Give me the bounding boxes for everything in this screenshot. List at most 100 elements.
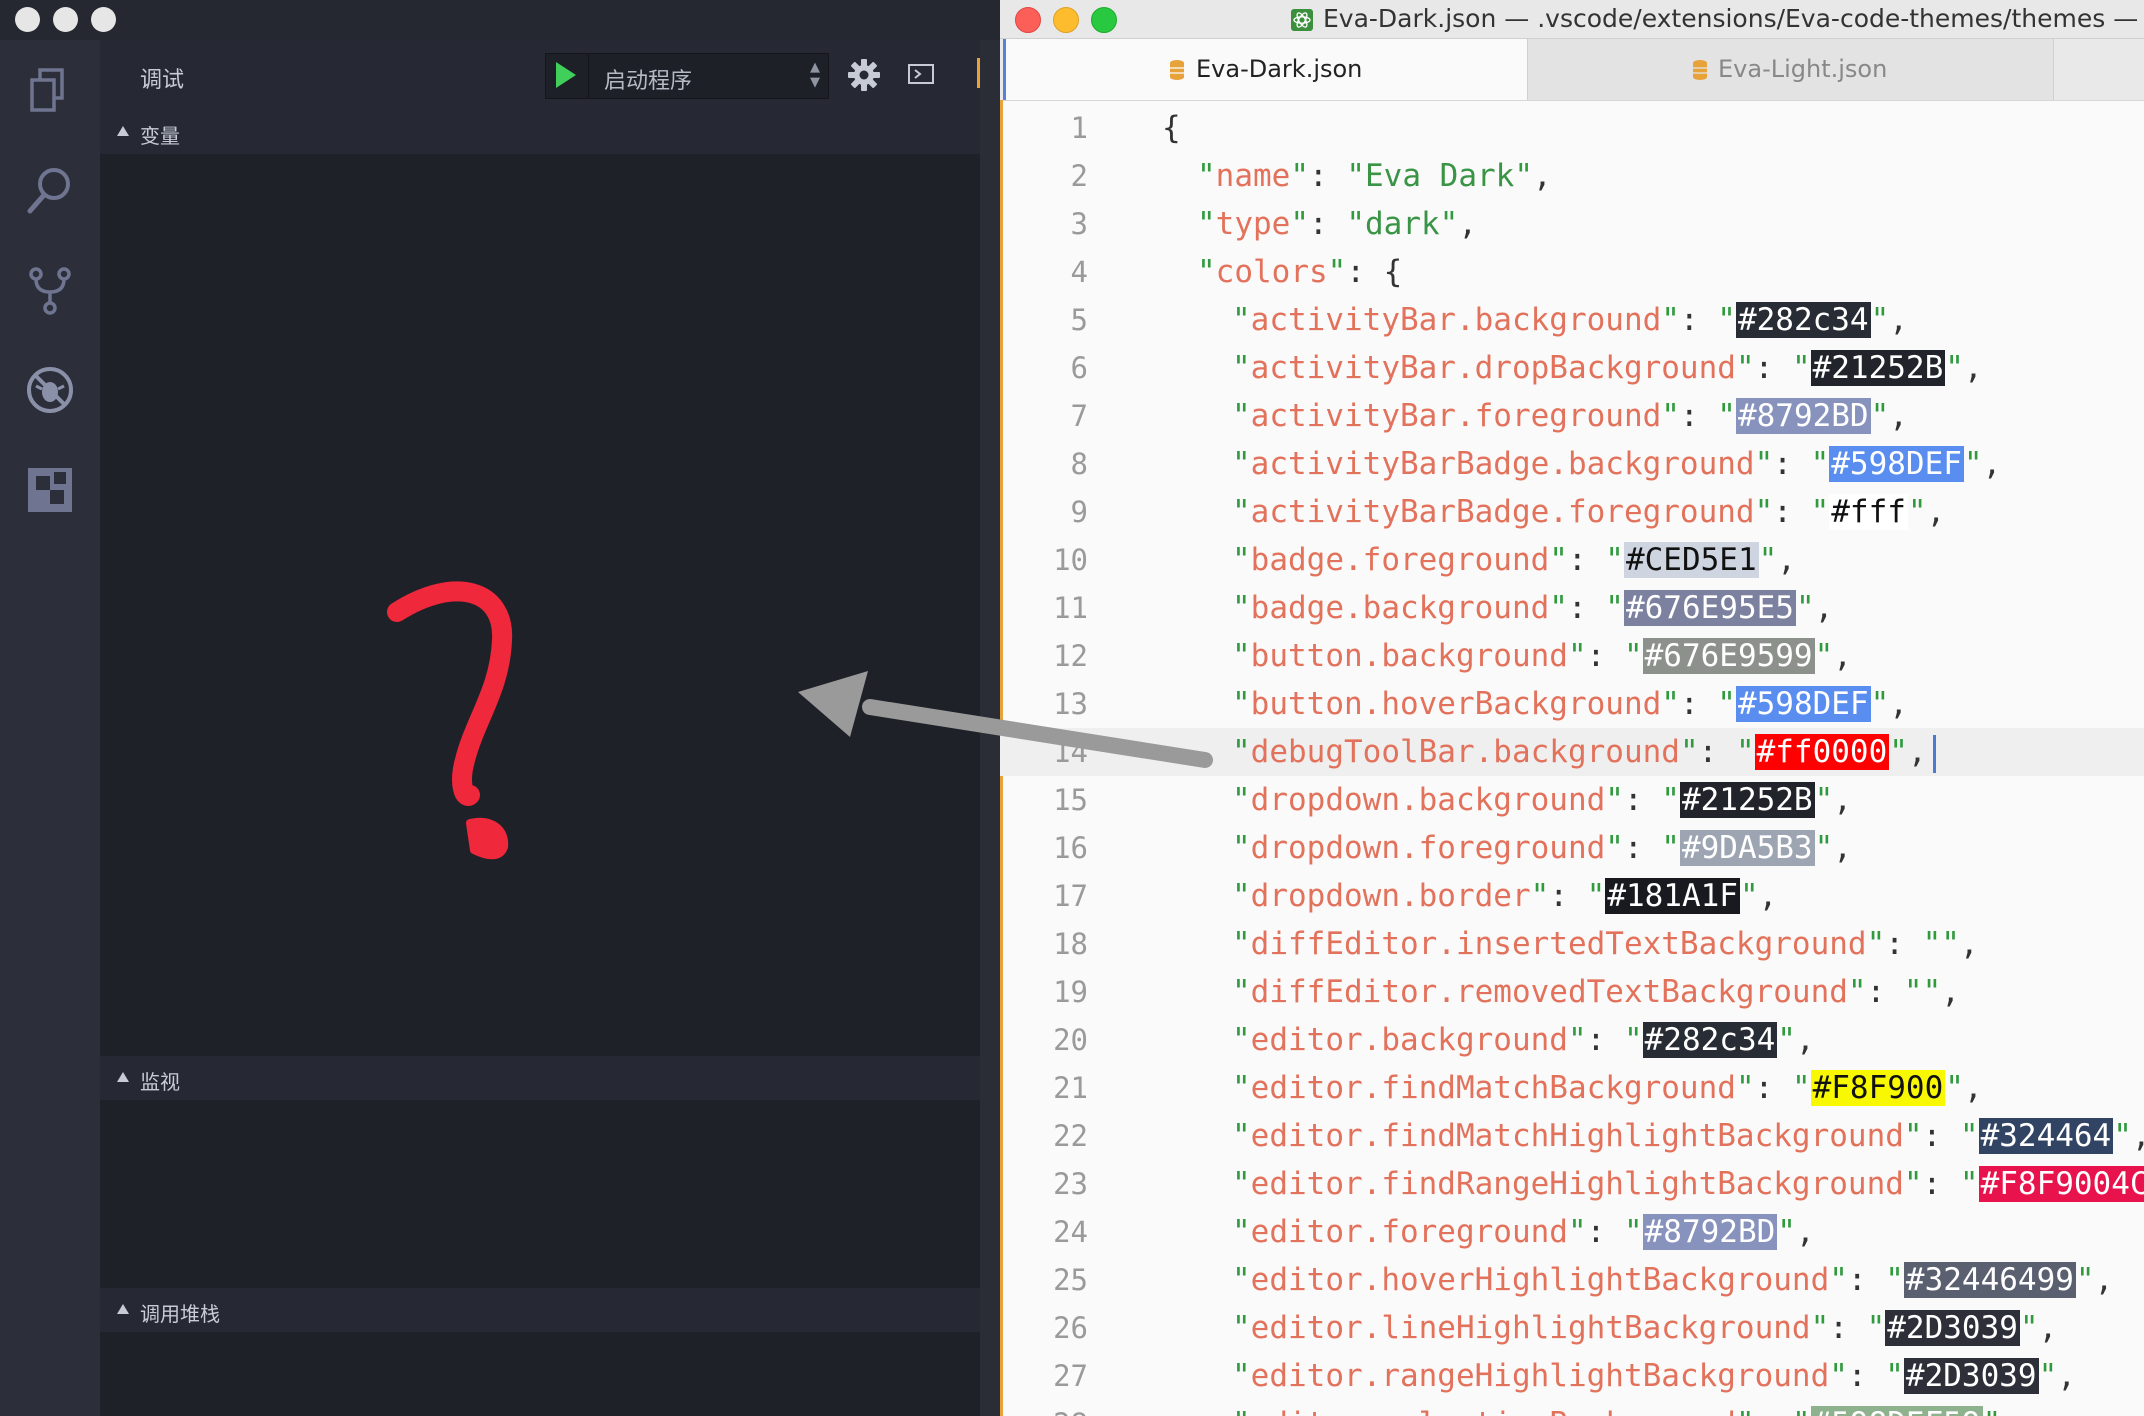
line-number: 11 (1053, 591, 1088, 625)
json-quote: " (1735, 350, 1755, 386)
json-quote: " (1870, 398, 1890, 434)
close-window-button[interactable] (1015, 7, 1041, 33)
color-swatch-value: #F8F900 (1810, 1070, 1946, 1106)
json-quote: " (2019, 1310, 2039, 1346)
color-swatch-value: #2D3039 (1903, 1358, 2039, 1394)
line-text: "dropdown.foreground": "#9DA5B3", (1232, 824, 1852, 872)
tab-label: Eva-Dark.json (1196, 55, 1363, 83)
json-quote: " (1290, 158, 1309, 194)
json-quote: " (1791, 350, 1811, 386)
close-window-button[interactable] (15, 7, 40, 32)
line-text: "activityBarBadge.background": "#598DEF"… (1232, 440, 2001, 488)
json-quote: " (1586, 878, 1606, 914)
json-quote: " (1810, 446, 1830, 482)
line-text: { (1162, 104, 1181, 152)
launch-config-select[interactable]: 启动程序 ▲ ▼ (545, 53, 829, 99)
json-quote: " (1735, 734, 1755, 770)
color-swatch-value: #676E9599 (1642, 638, 1815, 674)
line-text: "dropdown.background": "#21252B", (1232, 776, 1852, 824)
json-colon: : (1847, 1358, 1886, 1394)
minimize-window-button[interactable] (53, 7, 78, 32)
debug-icon[interactable] (22, 362, 78, 418)
json-key: editor.findMatchHighlightBackground (1250, 1118, 1904, 1154)
variables-section-header[interactable]: 变量 (100, 110, 980, 154)
search-icon[interactable] (22, 162, 78, 218)
json-quote: " (1232, 1022, 1251, 1058)
code-line: 25 "editor.hoverHighlightBackground": "#3… (1000, 1256, 2144, 1304)
watch-pane (100, 1100, 980, 1256)
json-quote: " (1567, 1214, 1587, 1250)
extensions-icon[interactable] (22, 462, 78, 518)
color-swatch-value: #32446499 (1903, 1262, 2076, 1298)
json-comma: , (1777, 542, 1796, 578)
line-text: "editor.rangeHighlightBackground": "#2D3… (1232, 1352, 2076, 1400)
code-line: 19 "diffEditor.removedTextBackground": ""… (1000, 968, 2144, 1016)
call-stack-section-header[interactable]: 调用堆栈 (100, 1288, 980, 1332)
zoom-window-button[interactable] (91, 7, 116, 32)
json-quote: " (1983, 1406, 2002, 1416)
json-comma: , (1982, 446, 2002, 482)
collapse-triangle-icon (117, 1304, 129, 1314)
json-quote: " (1945, 350, 1964, 386)
source-control-icon[interactable] (22, 262, 78, 318)
json-quote: " (1327, 254, 1347, 290)
text-cursor (1932, 734, 1936, 773)
json-string-value: dark (1365, 206, 1440, 242)
json-colon: : (1309, 158, 1347, 194)
line-text: "dropdown.border": "#181A1F", (1232, 872, 1777, 920)
start-debugging-icon[interactable] (556, 62, 576, 88)
json-quote: " (1889, 734, 1908, 770)
json-quote: " (1903, 974, 1923, 1010)
line-text: "badge.foreground": "#CED5E1", (1232, 536, 1796, 584)
tab-eva-dark[interactable]: Eva-Dark.json (1003, 39, 1528, 100)
code-line: 7 "activityBar.foreground": "#8792BD", (1000, 392, 2144, 440)
json-comma: , (1889, 398, 1908, 434)
line-text: "editor.lineHighlightBackground": "#2D30… (1232, 1304, 2057, 1352)
line-text: "editor.selectionBackground": "#598DEF59… (1232, 1400, 2020, 1416)
minimize-window-button[interactable] (1053, 7, 1079, 33)
json-quote: " (1792, 1406, 1811, 1416)
sidebar-title: 调试 (140, 68, 185, 93)
json-comma: , (1532, 158, 1552, 194)
atom-app-icon (1290, 8, 1314, 32)
json-quote: " (1232, 1166, 1251, 1202)
json-comma: , (1758, 878, 1778, 914)
line-text: "activityBar.foreground": "#8792BD", (1232, 392, 1908, 440)
json-quote: " (1922, 926, 1942, 962)
vscode-window: 调试 启动程序 ▲ ▼ 变量 监视 调用堆栈 (0, 0, 1000, 1416)
json-quote: " (1232, 926, 1251, 962)
line-number: 6 (1070, 351, 1088, 385)
json-quote: " (1197, 254, 1216, 290)
json-quote: " (1754, 446, 1774, 482)
line-text: "editor.findMatchHighlightBackground": "… (1232, 1112, 2144, 1160)
json-quote: " (1232, 1070, 1251, 1106)
json-key: editor.selectionBackground (1251, 1406, 1736, 1416)
json-quote: " (1661, 302, 1680, 338)
json-quote: " (1605, 542, 1624, 578)
json-key: diffEditor.removedTextBackground (1250, 974, 1848, 1010)
line-text: "editor.background": "#282c34", (1232, 1016, 1815, 1064)
json-colon: : (1885, 926, 1923, 962)
json-quote: " (1567, 1022, 1587, 1058)
explorer-icon[interactable] (22, 62, 78, 118)
debug-console-icon[interactable] (908, 64, 934, 84)
watch-section-header[interactable]: 监视 (100, 1056, 980, 1100)
color-swatch-value: #282c34 (1642, 1022, 1778, 1058)
json-brace: { (1162, 110, 1181, 146)
code-line: 14 "debugToolBar.background": "#ff0000", (1000, 728, 2144, 776)
line-number: 5 (1070, 303, 1088, 337)
debug-toolbar-header: 调试 启动程序 ▲ ▼ (100, 40, 980, 110)
json-key: dropdown.foreground (1250, 830, 1606, 866)
json-quote: " (1866, 926, 1886, 962)
window-title: Eva-Dark.json — .vscode/extensions/Eva-c… (1323, 4, 2144, 33)
json-colon: : (1586, 1214, 1624, 1250)
color-swatch-value: #282c34 (1735, 302, 1871, 338)
json-quote: " (2113, 1118, 2132, 1154)
json-colon: : (1829, 1310, 1867, 1346)
zoom-window-button[interactable] (1091, 7, 1117, 33)
gear-icon[interactable] (845, 56, 883, 94)
code-line: 24 "editor.foreground": "#8792BD", (1000, 1208, 2144, 1256)
json-comma: , (1833, 782, 1852, 818)
json-key: activityBar.background (1250, 302, 1662, 338)
tab-eva-light[interactable]: Eva-Light.json (1527, 39, 2054, 100)
